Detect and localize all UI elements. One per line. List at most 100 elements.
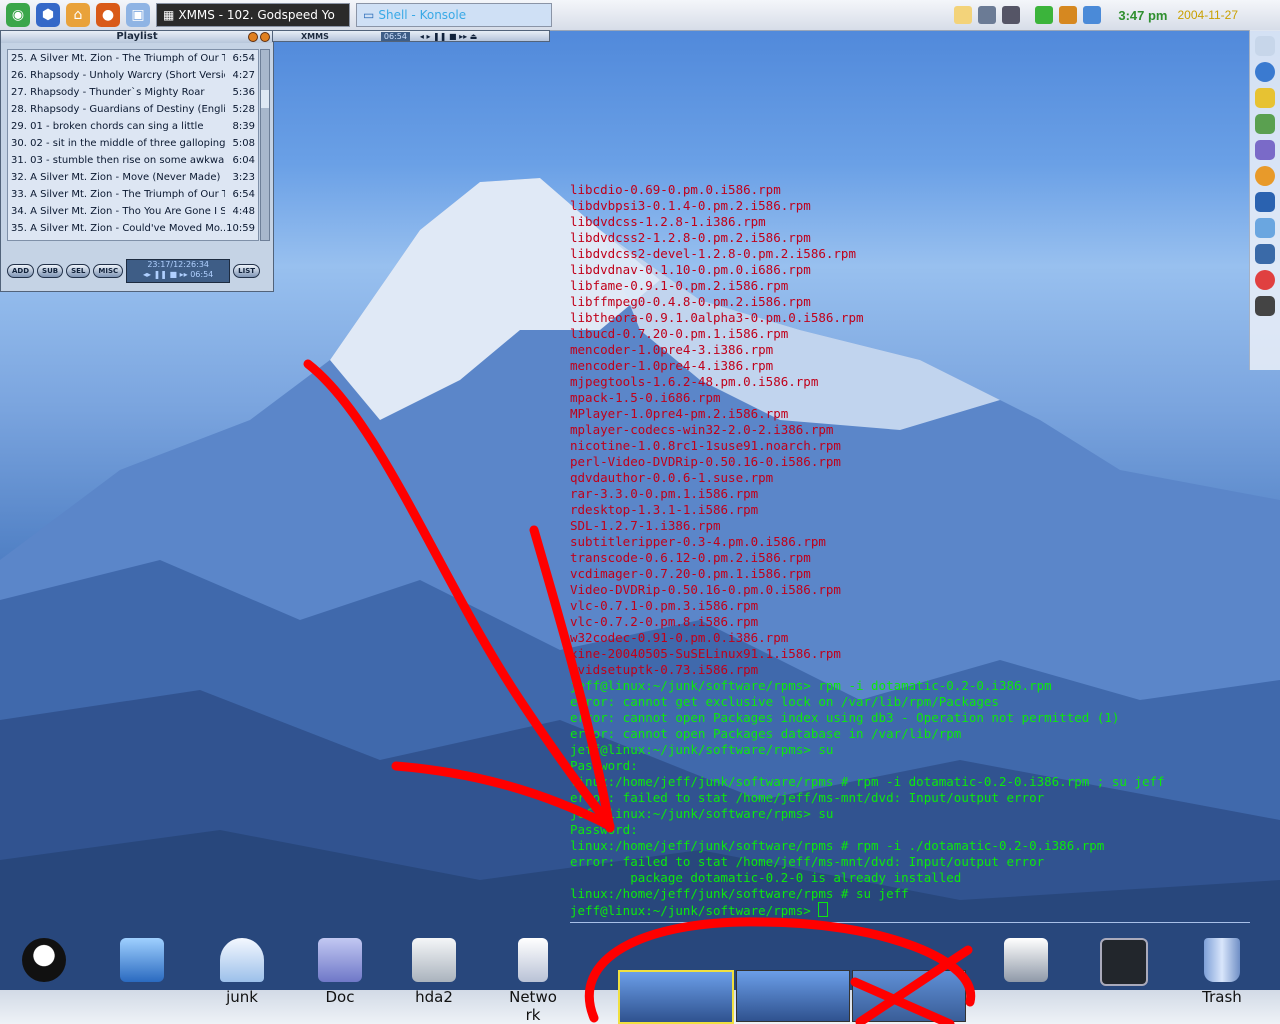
- sub-button[interactable]: SUB: [37, 264, 64, 278]
- package-line: libdvdcss2-1.2.8-0.pm.2.i586.rpm: [570, 230, 811, 245]
- shade-button[interactable]: [248, 32, 258, 42]
- add-button[interactable]: ADD: [7, 264, 35, 278]
- playlist-row[interactable]: 26. Rhapsody - Unholy Warcry (Short Vers…: [8, 67, 258, 84]
- package-line: mjpegtools-1.6.2-48.pm.0.i586.rpm: [570, 374, 819, 389]
- network-tray-icon[interactable]: [1035, 6, 1054, 24]
- playlist-row[interactable]: 31. 03 - stumble then rise on some awkwa…: [8, 152, 258, 169]
- printer-tray-icon[interactable]: [1002, 6, 1021, 24]
- session-line: jeff@linux:~/junk/software/rpms> su: [570, 742, 834, 757]
- klipper-icon[interactable]: [954, 6, 973, 24]
- package-line: libffmpeg0-0.4.8-0.pm.2.i586.rpm: [570, 294, 811, 309]
- package-line: xine-20040505-SuSELinux91.1.i586.rpm: [570, 646, 841, 661]
- playlist-row[interactable]: 35. A Silver Mt. Zion - Could've Moved M…: [8, 220, 258, 237]
- launcher-1-icon[interactable]: [1255, 36, 1275, 56]
- launcher-7-icon[interactable]: [1255, 192, 1275, 212]
- list-button[interactable]: LIST: [233, 264, 261, 278]
- playlist: 25. A Silver Mt. Zion - The Triumph of O…: [7, 49, 259, 241]
- shell-session: jeff@linux:~/junk/software/rpms> rpm -i …: [570, 678, 1250, 902]
- clock[interactable]: 3:47 pm: [1118, 8, 1167, 23]
- date[interactable]: 2004-11-27: [1178, 8, 1239, 22]
- kde-panel: ◉ ⬢ ⌂ ● ▣ ▦ XMMS - 102. Godspeed Yo ▭ Sh…: [0, 0, 1280, 31]
- terminal-cursor: [818, 902, 829, 917]
- session-line: Password:: [570, 758, 638, 773]
- system-icon: [1100, 938, 1148, 986]
- trash-desktop-item[interactable]: Trash: [1192, 938, 1252, 1006]
- mini-controls[interactable]: ◂▸ ❚❚ ■ ▸▸ 06:54: [127, 270, 229, 280]
- playlist-row[interactable]: 27. Rhapsody - Thunder`s Mighty Roar 5:36: [8, 84, 258, 101]
- network-desktop-item[interactable]: Netwo rk: [502, 938, 564, 1024]
- package-line: libtheora-0.9.1.0alpha3-0.pm.0.i586.rpm: [570, 310, 864, 325]
- package-list: libcdio-0.69-0.pm.0.i586.rpm libdvbpsi3-0…: [570, 182, 1250, 678]
- playlist-row[interactable]: 28. Rhapsody - Guardians of Destiny (Eng…: [8, 101, 258, 118]
- package-line: MPlayer-1.0pre4-pm.2.i586.rpm: [570, 406, 789, 421]
- pager-desktop-2[interactable]: [736, 970, 850, 1022]
- sel-button[interactable]: SEL: [66, 264, 91, 278]
- package-line: vcdimager-0.7.20-0.pm.1.i586.rpm: [570, 566, 811, 581]
- package-line: libdvbpsi3-0.1.4-0.pm.2.i586.rpm: [570, 198, 811, 213]
- hda2-desktop-item[interactable]: hda2: [404, 938, 464, 1006]
- pager-desktop-1[interactable]: [618, 970, 734, 1024]
- konqueror-icon[interactable]: ⌂: [66, 3, 90, 27]
- launcher-9-icon[interactable]: [1255, 244, 1275, 264]
- session-line: jeff@linux:~/junk/software/rpms> rpm -i …: [570, 678, 1052, 693]
- right-launcher-bar: [1249, 30, 1280, 370]
- playlist-scrollbar[interactable]: [260, 49, 270, 241]
- package-line: mencoder-1.0pre4-4.i386.rpm: [570, 358, 774, 373]
- xmms-mini-player[interactable]: XMMS 06:54 ◂ ▸ ❚❚ ■ ▸▸ ⏏: [272, 30, 550, 42]
- shell-prompt[interactable]: jeff@linux:~/junk/software/rpms>: [570, 902, 1250, 919]
- package-line: libdvdcss2-devel-1.2.8-0.pm.2.i586.rpm: [570, 246, 856, 261]
- firefox-icon[interactable]: ●: [96, 3, 120, 27]
- launcher-2-icon[interactable]: [1255, 62, 1275, 82]
- launcher-11-icon[interactable]: [1255, 296, 1275, 316]
- launcher-4-icon[interactable]: [1255, 114, 1275, 134]
- misc-button[interactable]: MISC: [93, 264, 124, 278]
- package-line: mpack-1.5-0.i686.rpm: [570, 390, 721, 405]
- session-line: linux:/home/jeff/junk/software/rpms # rp…: [570, 838, 1105, 853]
- session-line: jeff@linux:~/junk/software/rpms> su: [570, 806, 834, 821]
- playlist-footer: ADD SUB SEL MISC 23:17/12:26:34 ◂▸ ❚❚ ■ …: [7, 259, 267, 283]
- session-line: package dotamatic-0.2-0 is already insta…: [570, 870, 962, 885]
- session-line: error: failed to stat /home/jeff/ms-mnt/…: [570, 790, 1045, 805]
- launcher-6-icon[interactable]: [1255, 166, 1275, 186]
- package-line: libdvdnav-0.1.10-0.pm.0.i686.rpm: [570, 262, 811, 277]
- printer-desktop-item[interactable]: [996, 938, 1056, 982]
- konsole-task-icon: ▭: [363, 8, 375, 22]
- updater-icon[interactable]: [1059, 6, 1078, 24]
- transport-controls[interactable]: ◂ ▸ ❚❚ ■ ▸▸ ⏏: [420, 32, 477, 41]
- suse-home-icon[interactable]: ⬢: [36, 3, 60, 27]
- connection-icon[interactable]: [1083, 6, 1102, 24]
- session-line: Password:: [570, 822, 638, 837]
- taskbar-xmms[interactable]: ▦ XMMS - 102. Godspeed Yo: [156, 3, 350, 27]
- package-line: libfame-0.9.1-0.pm.2.i586.rpm: [570, 278, 789, 293]
- doc-desktop-item[interactable]: Doc: [310, 938, 370, 1006]
- tux-desktop-item[interactable]: [14, 938, 74, 982]
- volume-icon[interactable]: [978, 6, 997, 24]
- playlist-row[interactable]: 34. A Silver Mt. Zion - Tho You Are Gone…: [8, 203, 258, 220]
- launcher-8-icon[interactable]: [1255, 218, 1275, 238]
- playlist-row[interactable]: 25. A Silver Mt. Zion - The Triumph of O…: [8, 50, 258, 67]
- desktop-icon[interactable]: ▣: [126, 3, 150, 27]
- computer-desktop-item[interactable]: [112, 938, 172, 982]
- scroll-thumb[interactable]: [261, 90, 269, 108]
- package-line: libucd-0.7.20-0.pm.1.i586.rpm: [570, 326, 789, 341]
- playlist-row[interactable]: 29. 01 - broken chords can sing a little…: [8, 118, 258, 135]
- launcher-3-icon[interactable]: [1255, 88, 1275, 108]
- system-tray: 3:47 pm 2004-11-27: [951, 0, 1280, 30]
- playlist-row[interactable]: 33. A Silver Mt. Zion - The Triumph of O…: [8, 186, 258, 203]
- junk-desktop-item[interactable]: junk: [212, 938, 272, 1006]
- xmms-playlist-title[interactable]: Playlist: [1, 31, 273, 43]
- konsole-output[interactable]: libcdio-0.69-0.pm.0.i586.rpm libdvbpsi3-0…: [570, 182, 1250, 919]
- launcher-5-icon[interactable]: [1255, 140, 1275, 160]
- konsole-divider: [570, 922, 1250, 923]
- playlist-row[interactable]: 32. A Silver Mt. Zion - Move (Never Made…: [8, 169, 258, 186]
- close-button[interactable]: [260, 32, 270, 42]
- launcher-10-icon[interactable]: [1255, 270, 1275, 290]
- package-line: libcdio-0.69-0.pm.0.i586.rpm: [570, 182, 781, 197]
- trash-icon: [1204, 938, 1240, 982]
- playlist-row[interactable]: 30. 02 - sit in the middle of three gall…: [8, 135, 258, 152]
- taskbar-konsole[interactable]: ▭ Shell - Konsole: [356, 3, 552, 27]
- system-desktop-item[interactable]: [1094, 938, 1154, 986]
- desktop-pager: [618, 970, 968, 1024]
- pager-desktop-3[interactable]: [852, 970, 966, 1022]
- suse-menu-icon[interactable]: ◉: [6, 3, 30, 27]
